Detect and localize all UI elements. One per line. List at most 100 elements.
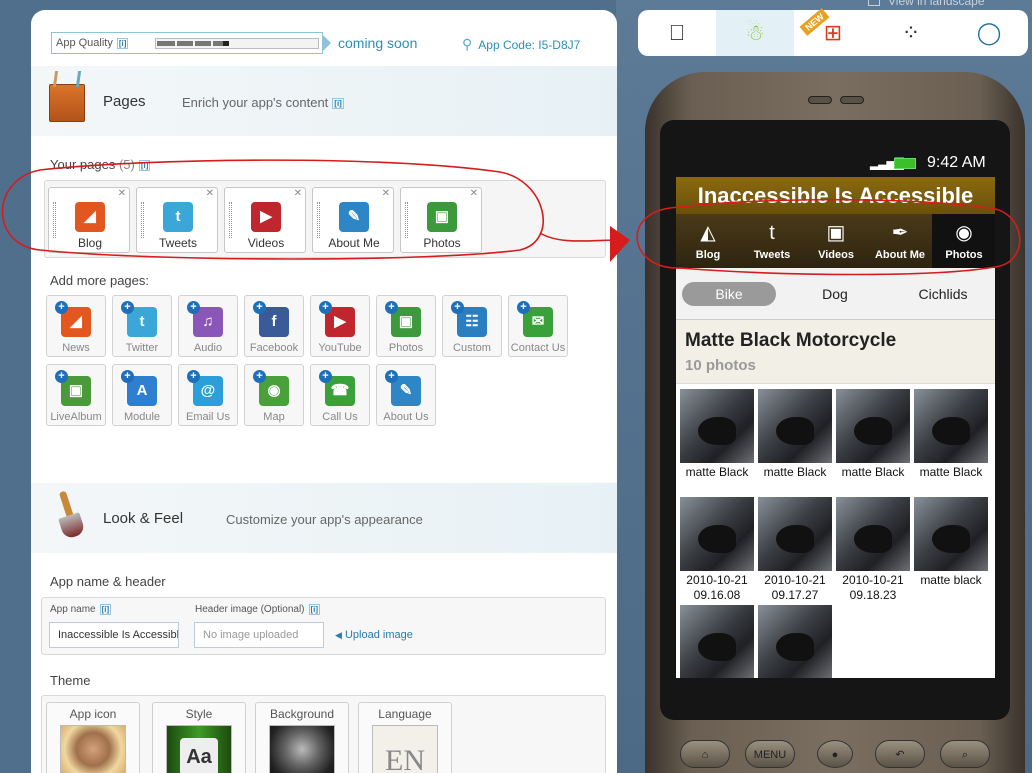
add-page-button[interactable]: f + Facebook — [244, 295, 304, 357]
add-page-button[interactable]: ▣ + Photos — [376, 295, 436, 357]
app-tab[interactable]: t Tweets — [740, 214, 804, 268]
photo-thumbnail[interactable] — [758, 497, 832, 571]
apple-icon[interactable]:  — [638, 10, 716, 56]
add-page-button[interactable]: ◢ + News — [46, 295, 106, 357]
header-image-info-icon[interactable]: [i] — [308, 604, 321, 615]
search-button[interactable]: ⌕ — [940, 740, 990, 768]
drag-handle[interactable] — [405, 202, 408, 238]
add-page-label: News — [62, 342, 90, 354]
upload-image-link[interactable]: ◀ Upload image — [335, 629, 413, 641]
theme-language-card[interactable]: Language EN — [358, 702, 452, 773]
page-tile-label: Tweets — [158, 236, 197, 250]
opera-icon[interactable]: ◯ — [950, 10, 1028, 56]
add-page-label: Audio — [193, 342, 223, 354]
segment-bike[interactable]: Bike — [682, 282, 776, 306]
page-tile[interactable]: ✕ ▶ Videos — [224, 187, 306, 253]
page-tile-label: Blog — [77, 236, 103, 250]
close-icon[interactable]: ✕ — [206, 188, 214, 199]
twitter-icon: t — [163, 202, 193, 232]
drag-handle[interactable] — [317, 202, 320, 238]
plus-icon: + — [385, 370, 398, 383]
photo-thumbnail[interactable] — [758, 389, 832, 463]
add-page-label: Email Us — [185, 411, 230, 423]
app-tab[interactable]: ◭ Blog — [676, 214, 740, 268]
back-button[interactable]: ↶ — [875, 740, 925, 768]
photo-thumbnail[interactable] — [836, 497, 910, 571]
app-tab[interactable]: ✒ About Me — [868, 214, 932, 268]
theme-app-icon-card[interactable]: App icon — [46, 702, 140, 773]
app-name-info-icon[interactable]: [i] — [99, 604, 112, 615]
pages-info-icon[interactable]: [i] — [332, 98, 344, 110]
add-page-button[interactable]: ◉ + Map — [244, 364, 304, 426]
close-icon[interactable]: ✕ — [294, 188, 302, 199]
close-icon[interactable]: ✕ — [118, 188, 126, 199]
add-page-button[interactable]: t + Twitter — [112, 295, 172, 357]
menu-button[interactable]: MENU — [745, 740, 795, 768]
photo-thumbnail[interactable] — [680, 389, 754, 463]
style-preview-text: Aa — [180, 738, 218, 773]
add-page-button[interactable]: ▶ + YouTube — [310, 295, 370, 357]
theme-style-card[interactable]: Style Aa — [152, 702, 246, 773]
add-page-button[interactable]: A + Module — [112, 364, 172, 426]
header-image-field[interactable]: No image uploaded — [194, 622, 324, 648]
youtube-icon-glyph: ▶ — [260, 208, 272, 225]
drag-handle[interactable] — [141, 202, 144, 238]
theme-background-card[interactable]: Background — [255, 702, 349, 773]
pages-subtitle: Enrich your app's content — [182, 95, 329, 110]
trackball[interactable]: ● — [817, 740, 853, 768]
home-button[interactable]: ⌂ — [680, 740, 730, 768]
drag-handle[interactable] — [229, 202, 232, 238]
plus-icon: + — [253, 370, 266, 383]
app-tab-label: About Me — [874, 249, 926, 261]
app-tab[interactable]: ▣ Videos — [804, 214, 868, 268]
page-tile[interactable]: ✕ t Tweets — [136, 187, 218, 253]
add-page-button[interactable]: @ + Email Us — [178, 364, 238, 426]
your-pages-count: (5) — [118, 157, 135, 172]
add-page-label: LiveAlbum — [50, 411, 102, 423]
add-page-button[interactable]: ☷ + Custom — [442, 295, 502, 357]
video-camera-icon: ▣ — [826, 222, 846, 244]
close-icon[interactable]: ✕ — [382, 188, 390, 199]
blackberry-icon[interactable]: ⁘ — [872, 10, 950, 56]
photo-caption: matte Black — [763, 465, 827, 479]
page-tile-label: Videos — [247, 236, 285, 250]
add-page-label: Call Us — [322, 411, 358, 423]
your-pages-info-icon[interactable]: [i] — [138, 160, 151, 172]
add-page-label: Map — [263, 411, 285, 423]
add-page-button[interactable]: ✎ + About Us — [376, 364, 436, 426]
page-tile[interactable]: ✕ ▣ Photos — [400, 187, 482, 253]
look-feel-title: Look & Feel — [103, 510, 184, 527]
add-page-button[interactable]: ☎ + Call Us — [310, 364, 370, 426]
your-pages-heading: Your pages (5) [i] — [50, 157, 151, 172]
add-page-label: YouTube — [318, 342, 362, 354]
camera-icon: ◉ — [955, 222, 973, 244]
photo-caption: matte Black — [685, 465, 749, 479]
flask-icon: ⚲ — [462, 36, 473, 52]
photo-thumbnail[interactable] — [680, 605, 754, 678]
rss-icon: ◢ — [75, 202, 105, 232]
photo-thumbnail[interactable] — [680, 497, 754, 571]
drag-handle[interactable] — [53, 202, 56, 238]
segment-dog[interactable]: Dog — [791, 282, 879, 306]
add-page-button[interactable]: ▣ + LiveAlbum — [46, 364, 106, 426]
app-quality-info-icon[interactable]: [i] — [116, 37, 129, 49]
add-page-button[interactable]: ✉ + Contact Us — [508, 295, 568, 357]
view-in-landscape-link[interactable]: View in landscape — [868, 0, 985, 8]
photo-thumbnail[interactable] — [836, 389, 910, 463]
photo-thumbnail[interactable] — [758, 605, 832, 678]
app-title-bar: Inaccessible Is Accessible — [676, 177, 995, 214]
add-page-button[interactable]: ♫ + Audio — [178, 295, 238, 357]
photo-icon: ▣ — [427, 202, 457, 232]
close-icon[interactable]: ✕ — [470, 188, 478, 199]
android-icon[interactable]: ☃ — [716, 10, 794, 56]
app-name-header-heading: App name & header — [50, 574, 166, 589]
pages-section-header: Pages Enrich your app's content [i] — [31, 66, 617, 136]
page-tile[interactable]: ✕ ◢ Blog — [48, 187, 130, 253]
app-name-header-box: App name [i] Inaccessible Is Accessible H… — [41, 597, 606, 655]
segment-cichlids[interactable]: Cichlids — [893, 282, 993, 306]
app-tab[interactable]: ◉ Photos — [932, 214, 995, 268]
photo-thumbnail[interactable] — [914, 497, 988, 571]
page-tile[interactable]: ✕ ✎ About Me — [312, 187, 394, 253]
app-name-input[interactable]: Inaccessible Is Accessible — [49, 622, 179, 648]
photo-thumbnail[interactable] — [914, 389, 988, 463]
